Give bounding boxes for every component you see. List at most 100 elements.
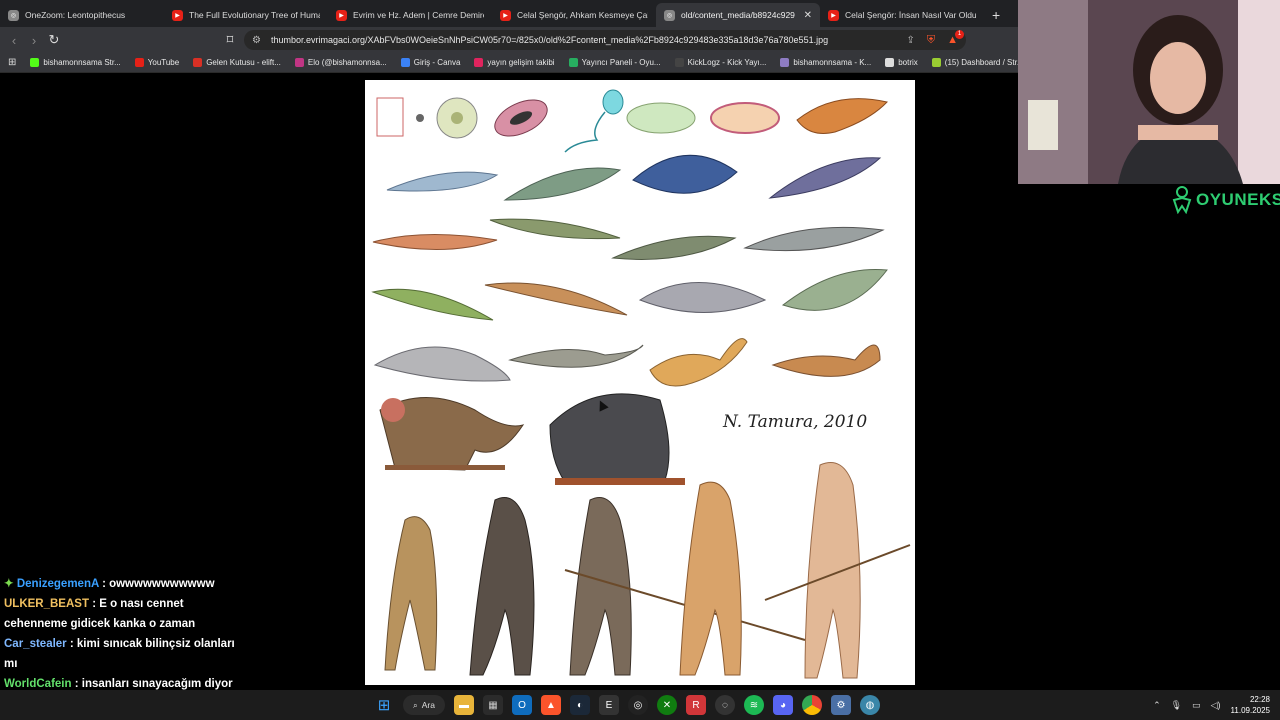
chat-badge-icon: ✦	[4, 578, 14, 590]
browser-tab[interactable]: ▶ Evrim ve Hz. Adem | Cemre Demirel	[328, 3, 492, 27]
browser-window: ◎ OneZoom: Leontopithecus ▶ The Full Evolut…	[0, 0, 1023, 690]
browser-toolbar: ‹ › ↻ ⌑ ⚙ thumbor.evrimagaci.org/XAbFVbs…	[0, 27, 1018, 53]
browser-tab[interactable]: ▶ Celal Şengör, Ahkam Kesmeye Çalış	[492, 3, 656, 27]
bookmark-item[interactable]: Gelen Kutusu - elift...	[193, 58, 281, 67]
browser-tab[interactable]: ▶ Celal Şengör: İnsan Nasıl Var Oldu?	[820, 3, 984, 27]
steam-icon[interactable]: ◐	[570, 695, 590, 715]
back-button[interactable]: ‹	[4, 33, 24, 48]
eye-icon	[780, 58, 790, 67]
volume-icon[interactable]: ◁)	[1211, 700, 1221, 711]
microorganism-row	[376, 89, 888, 153]
chat-username[interactable]: Car_stealer	[4, 638, 67, 650]
person-icon	[568, 58, 578, 67]
fish-row	[386, 154, 882, 201]
bookmark-item[interactable]: bishamonnsama Str...	[30, 58, 121, 67]
site-info-icon[interactable]: ⚙	[252, 35, 261, 46]
riot-icon[interactable]: R	[686, 695, 706, 715]
microphone-icon[interactable]: 🎙︎	[1171, 700, 1182, 711]
taskbar-search[interactable]: ⌕ Ara	[403, 695, 445, 715]
taskbar-clock[interactable]: 22:28 11.09.2025	[1231, 694, 1270, 716]
youtube-icon: ▶	[828, 9, 839, 21]
chat-message: ULKER_BEAST : E o nası cennet cehenneme …	[0, 594, 250, 634]
settings-gear-icon[interactable]: ⚙	[831, 695, 851, 715]
chat-message: ✦ DenizegemenA : owwwwwwwwwww	[0, 574, 250, 594]
primate-row	[379, 393, 685, 485]
stream-chat-overlay: ✦ DenizegemenA : owwwwwwwwwww ULKER_BEAST…	[0, 574, 250, 694]
tab-bar: ◎ OneZoom: Leontopithecus ▶ The Full Evolut…	[0, 0, 1018, 27]
apps-grid-icon[interactable]: ⊞	[8, 57, 16, 68]
display-icon[interactable]: ▭	[1192, 700, 1201, 711]
bookmark-label: yayın gelişim takibi	[487, 58, 555, 67]
epic-games-icon[interactable]: E	[599, 695, 619, 715]
chat-text: : owwwwwwwwwww	[102, 578, 215, 590]
file-explorer-icon[interactable]: ▬	[454, 695, 474, 715]
chevron-up-icon[interactable]: ⌃	[1153, 700, 1161, 711]
youtube-icon: ▶	[336, 9, 347, 21]
chat-username[interactable]: DenizegemenA	[17, 578, 99, 590]
browser-tab[interactable]: ◎ OneZoom: Leontopithecus	[0, 3, 164, 27]
instagram-icon	[294, 58, 304, 67]
bookmark-item[interactable]: KickLogz - Kick Yayı...	[674, 58, 766, 67]
chat-username[interactable]: ULKER_BEAST	[4, 598, 89, 610]
bookmark-label: YouTube	[147, 58, 180, 67]
bookmark-item[interactable]: Elo (@bishamonnsa...	[294, 58, 387, 67]
tetrapod-row	[372, 218, 885, 260]
chat-username[interactable]: WorldCafein	[4, 678, 72, 690]
reload-button[interactable]: ↻	[44, 32, 64, 48]
store-icon[interactable]: ▦	[483, 695, 503, 715]
youtube-icon: ▶	[500, 9, 511, 21]
brave-shield-icon[interactable]: ⛨	[927, 34, 935, 47]
bookmark-item[interactable]: YouTube	[134, 58, 180, 67]
bookmark-icon[interactable]: ⌑	[220, 32, 240, 48]
new-tab-button[interactable]: +	[984, 3, 1008, 27]
windows-start-icon[interactable]: ⊞	[374, 695, 394, 715]
outlook-icon[interactable]: O	[512, 695, 532, 715]
bookmark-label: bishamonnsama - K...	[793, 58, 872, 67]
discord-icon[interactable]: ◕	[773, 695, 793, 715]
network-globe-icon[interactable]: ◍	[860, 695, 880, 715]
brave-rewards-icon[interactable]: ▲ 1	[947, 30, 964, 46]
clock-time: 22:28	[1249, 695, 1270, 704]
browser-tab[interactable]: ◎ old/content_media/b8924c929 ✕	[656, 3, 820, 27]
close-tab-icon[interactable]: ✕	[804, 10, 812, 21]
brave-browser-icon[interactable]: ▲	[541, 695, 561, 715]
tab-title: Evrim ve Hz. Adem | Cemre Demirel	[353, 10, 484, 20]
bookmarks-bar: ⊞ bishamonnsama Str... YouTube Gelen Kutus…	[0, 53, 1023, 73]
spotify-icon[interactable]: ≋	[744, 695, 764, 715]
kick-icon	[30, 58, 40, 67]
game-launcher-icon[interactable]: ◌	[715, 695, 735, 715]
channel-logo: OYUNEKS	[1172, 186, 1280, 214]
tab-title: Celal Şengör, Ahkam Kesmeye Çalış	[517, 10, 648, 20]
artist-signature: N. Tamura, 2010	[723, 412, 868, 432]
chat-message: Car_stealer : kimi sınıcak bilinçsiz ola…	[0, 634, 250, 674]
bookmark-item[interactable]: Yayıncı Paneli - Oyu...	[568, 58, 661, 67]
bookmark-item[interactable]: Giriş - Canva	[400, 58, 461, 67]
bookmark-item[interactable]: bishamonnsama - K...	[780, 58, 871, 67]
logo-text: OYUNEKS	[1196, 190, 1280, 209]
forward-button[interactable]: ›	[24, 33, 44, 48]
bookmark-item[interactable]: yayın gelişim takibi	[474, 58, 555, 67]
xbox-icon[interactable]: ✕	[657, 695, 677, 715]
bookmark-label: bishamonnsama Str...	[43, 58, 121, 67]
bookmark-label: Giriş - Canva	[413, 58, 461, 67]
reptile-row	[371, 268, 888, 321]
share-icon[interactable]: ⇪	[906, 35, 914, 46]
obs-icon[interactable]: ◎	[628, 695, 648, 715]
address-bar[interactable]: ⚙ thumbor.evrimagaci.org/XAbFVbs0WOeieSn…	[244, 30, 966, 50]
tab-title: The Full Evolutionary Tree of Human	[189, 10, 320, 20]
onezoom-icon: ◎	[8, 9, 19, 21]
chrome-icon[interactable]	[802, 695, 822, 715]
tab-title: OneZoom: Leontopithecus	[25, 10, 126, 20]
streamer-webcam-feed	[1018, 0, 1280, 184]
heart-icon	[474, 58, 484, 67]
rewards-badge: 1	[955, 30, 964, 39]
early-mammal-row	[373, 338, 881, 387]
browser-tab[interactable]: ▶ The Full Evolutionary Tree of Human	[164, 3, 328, 27]
url-text: thumbor.evrimagaci.org/XAbFVbs0WOeieSnNh…	[270, 35, 829, 45]
search-label: Ara	[421, 700, 435, 710]
bookmark-label: botrix	[898, 58, 918, 67]
bookmark-label: (15) Dashboard / Str...	[944, 58, 1024, 67]
bookmark-item[interactable]: botrix	[885, 58, 918, 67]
bookmark-item[interactable]: (15) Dashboard / Str...	[931, 58, 1024, 67]
page-content: N. Tamura, 2010 ✦ DenizegemenA : owwwwww…	[0, 73, 1018, 690]
